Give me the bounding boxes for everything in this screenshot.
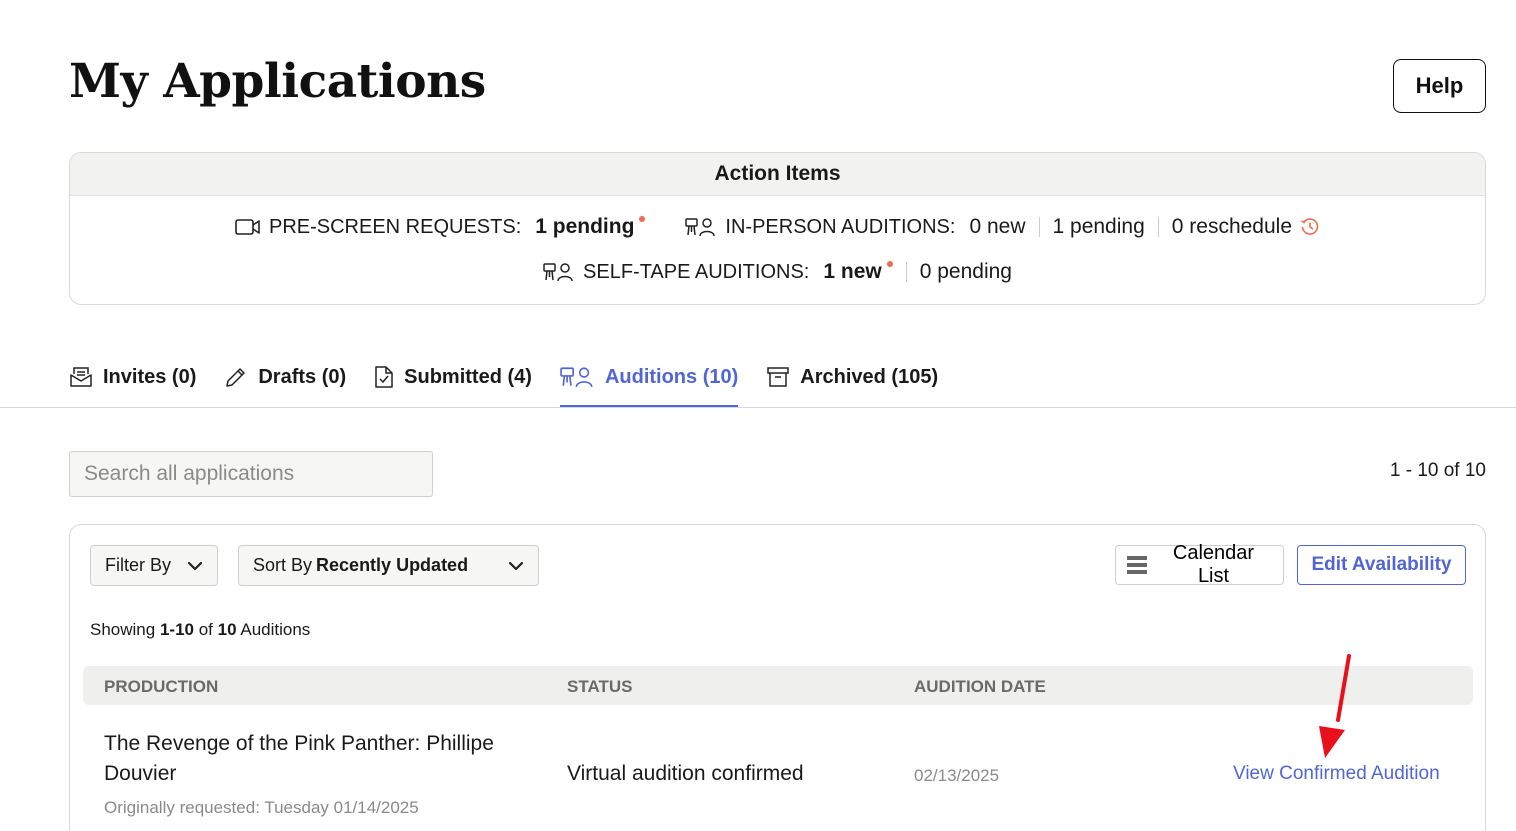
- in-person-new[interactable]: 0 new: [969, 215, 1025, 239]
- self-tape-group: SELF-TAPE AUDITIONS: 1 new 0 pending: [543, 260, 1012, 284]
- archive-box-icon: [766, 366, 790, 388]
- showing-suffix: Auditions: [240, 620, 311, 639]
- tab-drafts[interactable]: Drafts (0): [224, 356, 346, 398]
- action-items-title: Action Items: [70, 153, 1485, 196]
- tab-invites[interactable]: Invites (0): [69, 356, 196, 398]
- search-input[interactable]: [69, 451, 433, 497]
- self-tape-label: SELF-TAPE AUDITIONS:: [583, 260, 810, 283]
- edit-availability-button[interactable]: Edit Availability: [1297, 545, 1466, 585]
- view-confirmed-audition-link[interactable]: View Confirmed Audition: [1233, 763, 1440, 785]
- envelope-icon: [69, 365, 93, 389]
- showing-of: of: [198, 620, 213, 639]
- self-tape-pending[interactable]: 0 pending: [920, 260, 1012, 284]
- audition-people-icon: [560, 366, 595, 388]
- showing-total: 10: [217, 620, 237, 639]
- action-items-row-2: SELF-TAPE AUDITIONS: 1 new 0 pending: [70, 260, 1485, 284]
- action-items-row-1: PRE-SCREEN REQUESTS: 1 pending IN-PERSON…: [70, 215, 1485, 239]
- pagination-count: 1 - 10 of 10: [1389, 460, 1486, 481]
- annotation-arrow-icon: [1319, 654, 1351, 758]
- sort-prefix: Sort By: [253, 555, 313, 575]
- alert-dot: [639, 216, 646, 222]
- tab-divider: [0, 407, 1516, 408]
- chevron-down-icon: [508, 557, 524, 580]
- header-audition-date[interactable]: AUDITION DATE: [914, 677, 1046, 697]
- clock-alert-icon: [1300, 217, 1320, 237]
- action-items-card: Action Items PRE-SCREEN REQUESTS: 1 pend…: [69, 152, 1486, 305]
- self-tape-new[interactable]: 1 new: [823, 260, 881, 284]
- tab-submitted[interactable]: Submitted (4): [374, 356, 532, 398]
- tab-bar: Invites (0) Drafts (0) Submitted (4) Aud…: [69, 356, 966, 408]
- tab-archived[interactable]: Archived (105): [766, 356, 938, 398]
- sort-select[interactable]: Sort By Recently Updated: [238, 545, 539, 586]
- document-check-icon: [374, 365, 394, 389]
- showing-range: 1-10: [159, 620, 194, 639]
- header-production[interactable]: PRODUCTION: [104, 677, 218, 697]
- help-button[interactable]: Help: [1393, 59, 1486, 113]
- in-person-label: IN-PERSON AUDITIONS:: [725, 215, 956, 238]
- alert-dot: [886, 261, 893, 267]
- pencil-icon: [224, 365, 248, 389]
- tab-label: Auditions (10): [604, 365, 739, 388]
- showing-prefix: Showing: [90, 620, 156, 639]
- prescreen-pending[interactable]: 1 pending: [535, 215, 634, 239]
- filter-select[interactable]: Filter By: [90, 545, 218, 586]
- audition-date: 02/13/2025: [914, 766, 1000, 785]
- production-title: The Revenge of the Pink Panther: Phillip…: [104, 732, 494, 785]
- tab-auditions[interactable]: Auditions (10): [559, 356, 739, 408]
- calendar-list-label: Calendar List: [1172, 542, 1255, 587]
- in-person-pending[interactable]: 1 pending: [1053, 215, 1145, 239]
- separator: [1157, 217, 1159, 237]
- sort-value: Recently Updated: [316, 555, 469, 575]
- auditions-list-card: Filter By Sort By Recently Updated Calen…: [69, 524, 1486, 831]
- audition-status: Virtual audition confirmed: [567, 762, 804, 785]
- chevron-down-icon: [187, 557, 203, 580]
- table-header: PRODUCTION STATUS AUDITION DATE: [83, 666, 1473, 705]
- page-title: My Applications: [69, 54, 486, 109]
- audition-people-icon: [543, 262, 575, 282]
- separator: [1038, 217, 1040, 237]
- prescreen-group: PRE-SCREEN REQUESTS: 1 pending: [235, 215, 646, 239]
- list-icon: [1127, 556, 1147, 574]
- showing-summary: Showing 1-10 of 10 Auditions: [90, 620, 310, 640]
- header-status[interactable]: STATUS: [567, 677, 632, 697]
- separator: [905, 262, 907, 282]
- in-person-group: IN-PERSON AUDITIONS: 0 new 1 pending 0 r…: [685, 215, 1320, 239]
- in-person-reschedule[interactable]: 0 reschedule: [1172, 215, 1292, 239]
- tab-label: Submitted (4): [404, 365, 532, 388]
- tab-label: Archived (105): [800, 365, 939, 388]
- calendar-list-button[interactable]: Calendar List: [1115, 542, 1284, 587]
- video-camera-icon: [235, 218, 261, 236]
- tab-label: Drafts (0): [258, 365, 347, 388]
- filter-label: Filter By: [105, 555, 172, 575]
- tab-label: Invites (0): [103, 365, 197, 388]
- audition-people-icon: [685, 217, 717, 237]
- originally-requested: Originally requested: Tuesday 01/14/2025: [104, 798, 419, 817]
- prescreen-label: PRE-SCREEN REQUESTS:: [268, 215, 522, 238]
